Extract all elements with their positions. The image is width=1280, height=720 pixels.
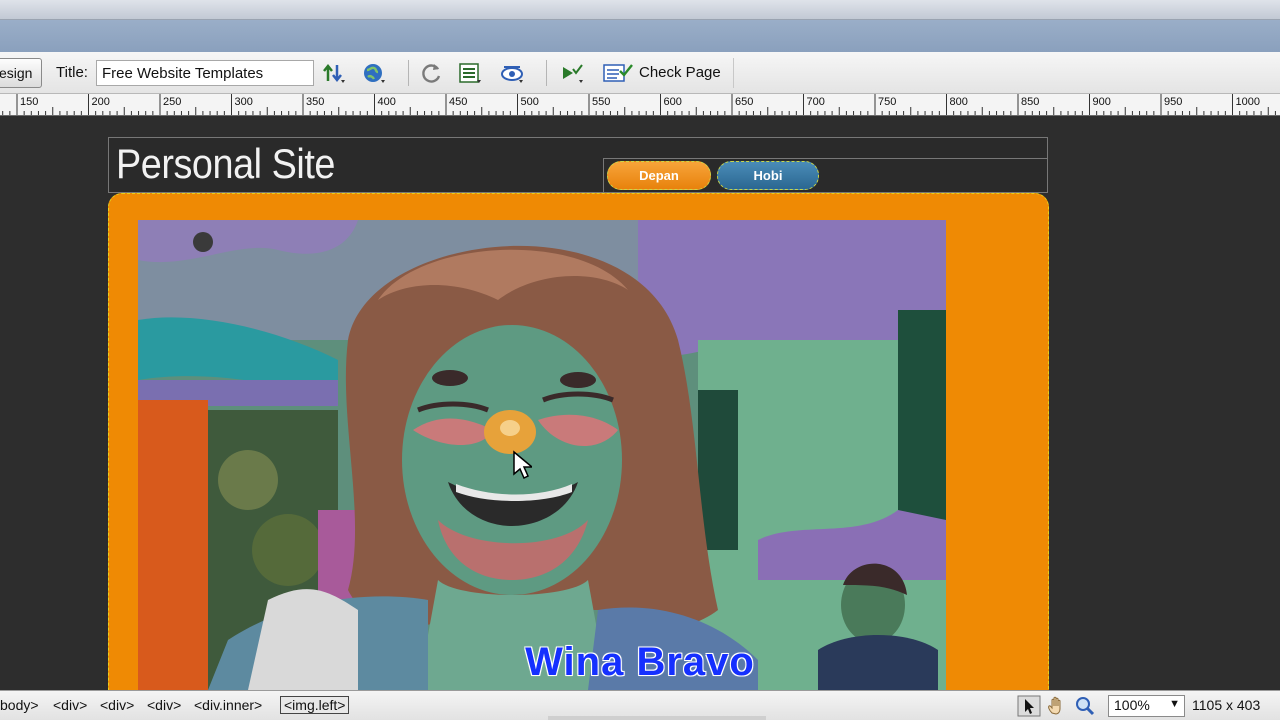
tag-selector-div[interactable]: <div> <box>53 697 87 713</box>
check-page-button[interactable]: Check Page <box>639 64 721 81</box>
ruler-label: 1000 <box>1236 96 1260 108</box>
toolbar-separator <box>546 60 547 86</box>
ruler-ticks: 150 200 250 300 350 400 450 500 550 600 650 700 750 8… <box>2 94 1276 115</box>
tag-selector-div-inner[interactable]: <div.inner> <box>194 697 262 713</box>
ruler-label: 950 <box>1164 96 1182 108</box>
horizontal-ruler: 150 200 250 300 350 400 450 500 550 600 650 700 750 8… <box>0 94 1280 116</box>
ruler-label: 650 <box>735 96 753 108</box>
title-label: Title: <box>56 64 88 81</box>
nav-tab-depan[interactable]: Depan <box>607 161 711 190</box>
document-toolbar: esign Title: Check Page <box>0 52 1280 94</box>
view-options-icon[interactable] <box>458 61 482 85</box>
ruler-label: 450 <box>449 96 467 108</box>
hand-tool-icon[interactable] <box>1045 695 1069 717</box>
tag-selector-div[interactable]: <div> <box>147 697 181 713</box>
ruler-label: 700 <box>807 96 825 108</box>
toolbar-separator <box>733 58 734 88</box>
ruler-label: 350 <box>306 96 324 108</box>
site-title[interactable]: Personal Site <box>116 140 335 188</box>
preview-globe-icon[interactable] <box>362 61 386 85</box>
ruler-label: 900 <box>1093 96 1111 108</box>
ruler-label: 600 <box>664 96 682 108</box>
nav-tab-hobi[interactable]: Hobi <box>717 161 819 190</box>
ruler-label: 200 <box>92 96 110 108</box>
window-title-bar <box>0 0 1280 20</box>
zoom-value: 100% <box>1114 697 1150 713</box>
visual-aids-icon[interactable] <box>500 61 524 85</box>
zoom-tool-icon[interactable] <box>1073 695 1097 717</box>
selected-image[interactable] <box>138 220 946 690</box>
ruler-label: 550 <box>592 96 610 108</box>
zoom-select[interactable]: 100% ▼ <box>1108 695 1185 717</box>
horizontal-scrollbar-thumb[interactable] <box>548 716 766 720</box>
mouse-cursor-icon <box>513 450 532 480</box>
check-page-icon[interactable] <box>602 61 634 85</box>
ruler-label: 400 <box>378 96 396 108</box>
ruler-label: 300 <box>235 96 253 108</box>
design-view-button[interactable]: esign <box>0 58 42 88</box>
refresh-icon[interactable] <box>420 61 444 85</box>
validate-markup-icon[interactable] <box>560 61 584 85</box>
chevron-down-icon: ▼ <box>1169 698 1180 710</box>
ruler-label: 500 <box>521 96 539 108</box>
toolbar-separator <box>408 60 409 86</box>
tag-selector-body[interactable]: body> <box>0 697 39 713</box>
pointer-tool-icon[interactable] <box>1017 695 1041 717</box>
menu-bar <box>0 20 1280 52</box>
ruler-label: 850 <box>1021 96 1039 108</box>
tag-selector-img-left[interactable]: <img.left> <box>280 696 350 714</box>
window-dimensions[interactable]: 1105 x 403 <box>1192 697 1260 713</box>
portrait-photo <box>138 220 946 690</box>
ruler-label: 150 <box>20 96 38 108</box>
file-management-icon[interactable] <box>322 61 346 85</box>
ruler-label: 750 <box>878 96 896 108</box>
document-title-input[interactable] <box>96 60 314 86</box>
ruler-label: 250 <box>163 96 181 108</box>
ruler-label: 800 <box>950 96 968 108</box>
tag-selector-div[interactable]: <div> <box>100 697 134 713</box>
